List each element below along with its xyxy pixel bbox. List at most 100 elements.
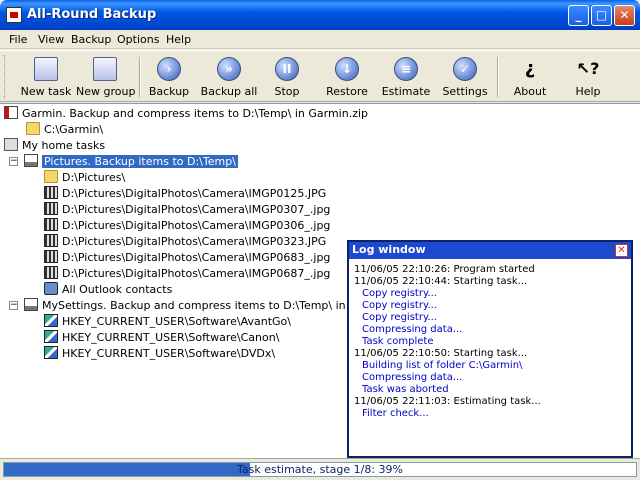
log-line: 11/06/05 22:11:03: Estimating task... — [354, 396, 541, 407]
settings-check-icon: ✓ — [453, 57, 477, 81]
toolbar-grip[interactable] — [4, 55, 7, 99]
restore-label: Restore — [326, 85, 368, 98]
new-group-label: New group — [76, 85, 136, 98]
collapse-icon[interactable]: − — [9, 157, 18, 166]
help-pointer-icon: ↖? — [576, 59, 600, 78]
tree-item-registry[interactable]: HKEY_CURRENT_USER\Software\DVDx\ — [44, 346, 275, 362]
new-task-icon — [34, 57, 58, 81]
new-group-icon — [93, 57, 117, 81]
new-group-button[interactable]: New group — [76, 53, 136, 101]
log-close-icon[interactable]: ✕ — [615, 244, 628, 257]
tree-item-label: My home tasks — [22, 139, 106, 152]
menu-help[interactable]: Help — [166, 33, 191, 46]
tree-item-garmin-task[interactable]: Garmin. Backup and compress items to D:\… — [4, 106, 368, 122]
maximize-button[interactable]: □ — [591, 5, 612, 26]
registry-key-icon — [44, 330, 58, 343]
stop-pause-icon: II — [275, 57, 299, 81]
registry-key-icon — [44, 314, 58, 327]
menu-view[interactable]: View — [38, 33, 64, 46]
backup-label: Backup — [148, 85, 190, 98]
zip-task-icon — [4, 106, 18, 119]
folder-icon — [44, 170, 58, 183]
about-button[interactable]: ¿ About — [507, 53, 553, 101]
tree-item-file[interactable]: D:\Pictures\DigitalPhotos\Camera\IMGP030… — [44, 218, 330, 234]
backup-arrow-icon: › — [157, 57, 181, 81]
help-label: Help — [575, 85, 601, 98]
task-icon — [24, 298, 38, 311]
restore-arrow-icon: ↓ — [335, 57, 359, 81]
image-file-icon — [44, 250, 58, 263]
image-file-icon — [44, 218, 58, 231]
log-line: 11/06/05 22:10:50: Starting task... — [354, 348, 528, 359]
menu-backup[interactable]: Backup — [71, 33, 111, 46]
log-line: Copy registry... — [362, 300, 437, 311]
tree-item-label: Garmin. Backup and compress items to D:\… — [22, 107, 369, 120]
log-body: 11/06/05 22:10:26: Program started 11/06… — [354, 264, 541, 420]
tree-item-label: HKEY_CURRENT_USER\Software\AvantGo\ — [62, 315, 291, 328]
log-window-title-bar[interactable]: Log window ✕ — [349, 242, 631, 259]
estimate-button[interactable]: ≡ Estimate — [380, 53, 432, 101]
tree-item-pictures-task[interactable]: Pictures. Backup items to D:\Temp\ — [24, 154, 239, 170]
image-file-icon — [44, 186, 58, 199]
help-button[interactable]: ↖? Help — [566, 53, 610, 101]
log-line: Filter check... — [362, 408, 429, 419]
tree-item-label: Pictures. Backup items to D:\Temp\ — [41, 154, 239, 169]
backup-button[interactable]: › Backup — [146, 53, 192, 101]
toolbar-separator — [139, 57, 141, 97]
tree-item-label: HKEY_CURRENT_USER\Software\DVDx\ — [62, 347, 276, 360]
new-task-button[interactable]: New task — [18, 53, 74, 101]
log-line: Copy registry... — [362, 312, 437, 323]
backup-all-arrow-icon: » — [217, 57, 241, 81]
menu-options[interactable]: Options — [117, 33, 159, 46]
log-window-title: Log window — [352, 243, 426, 256]
tree-item-file[interactable]: D:\Pictures\DigitalPhotos\Camera\IMGP032… — [44, 234, 326, 250]
backup-all-button[interactable]: » Backup all — [200, 53, 258, 101]
settings-label: Settings — [442, 85, 488, 98]
tree-item-label: D:\Pictures\ — [62, 171, 126, 184]
tree-item-label: D:\Pictures\DigitalPhotos\Camera\IMGP068… — [62, 251, 331, 264]
toolbar: New task New group › Backup » Backup all… — [0, 50, 640, 102]
status-bar: Task estimate, stage 1/8: 39% — [0, 458, 640, 480]
tree-item-file[interactable]: D:\Pictures\DigitalPhotos\Camera\IMGP012… — [44, 186, 326, 202]
backup-all-label: Backup all — [200, 85, 258, 98]
log-line: 11/06/05 22:10:44: Starting task... — [354, 276, 528, 287]
tree-item-label: D:\Pictures\DigitalPhotos\Camera\IMGP068… — [62, 267, 331, 280]
menu-file[interactable]: File — [9, 33, 27, 46]
toolbar-separator — [497, 57, 499, 97]
tree-item-label: C:\Garmin\ — [44, 123, 104, 136]
title-bar: All-Round Backup _ □ ✕ — [0, 0, 640, 30]
log-line: Task complete — [362, 336, 434, 347]
tree-item-file[interactable]: D:\Pictures\DigitalPhotos\Camera\IMGP068… — [44, 250, 330, 266]
tree-item-label: All Outlook contacts — [62, 283, 173, 296]
settings-button[interactable]: ✓ Settings — [440, 53, 490, 101]
window-title: All-Round Backup — [27, 7, 157, 22]
stop-button[interactable]: II Stop — [266, 53, 308, 101]
log-line: Compressing data... — [362, 372, 463, 383]
restore-button[interactable]: ↓ Restore — [322, 53, 372, 101]
tree-item-label: D:\Pictures\DigitalPhotos\Camera\IMGP032… — [62, 235, 327, 248]
registry-key-icon — [44, 346, 58, 359]
tree-item-file[interactable]: D:\Pictures\DigitalPhotos\Camera\IMGP068… — [44, 266, 330, 282]
tree-item-pictures-folder[interactable]: D:\Pictures\ — [44, 170, 125, 186]
minimize-button[interactable]: _ — [568, 5, 589, 26]
image-file-icon — [44, 266, 58, 279]
menu-bar: File View Backup Options Help — [0, 30, 640, 49]
collapse-icon[interactable]: − — [9, 301, 18, 310]
tree-item-registry[interactable]: HKEY_CURRENT_USER\Software\Canon\ — [44, 330, 279, 346]
app-icon — [6, 7, 22, 23]
about-question-icon: ¿ — [524, 58, 536, 79]
tree-item-garmin-folder[interactable]: C:\Garmin\ — [26, 122, 103, 138]
log-line: Building list of folder C:\Garmin\ — [362, 360, 523, 371]
tree-item-label: HKEY_CURRENT_USER\Software\Canon\ — [62, 331, 280, 344]
task-group-icon — [4, 138, 18, 151]
tree-item-label: D:\Pictures\DigitalPhotos\Camera\IMGP012… — [62, 187, 327, 200]
folder-icon — [26, 122, 40, 135]
tree-item-file[interactable]: D:\Pictures\DigitalPhotos\Camera\IMGP030… — [44, 202, 330, 218]
tree-item-outlook[interactable]: All Outlook contacts — [44, 282, 172, 298]
tree-item-home-tasks-group[interactable]: My home tasks — [4, 138, 105, 154]
tree-item-registry[interactable]: HKEY_CURRENT_USER\Software\AvantGo\ — [44, 314, 291, 330]
close-button[interactable]: ✕ — [614, 5, 635, 26]
task-progress-bar: Task estimate, stage 1/8: 39% — [3, 462, 637, 477]
tree-item-label: D:\Pictures\DigitalPhotos\Camera\IMGP030… — [62, 219, 331, 232]
log-line: 11/06/05 22:10:26: Program started — [354, 264, 535, 275]
